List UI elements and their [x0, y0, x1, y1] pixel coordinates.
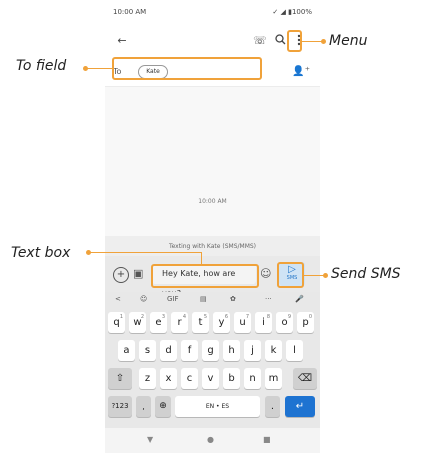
- shift-key[interactable]: ⇧: [108, 368, 132, 389]
- person-add-icon[interactable]: 👤⁺: [292, 66, 310, 77]
- send-sms-leader: [304, 275, 325, 276]
- menu-dot: [321, 39, 326, 44]
- nav-home-icon[interactable]: ●: [207, 435, 214, 444]
- key-r[interactable]: r4: [171, 312, 188, 333]
- emoji-icon[interactable]: ☺: [260, 267, 271, 280]
- kb-collapse-icon[interactable]: <: [115, 295, 121, 303]
- key-h[interactable]: h: [223, 340, 240, 361]
- phone-icon[interactable]: ☏: [253, 34, 267, 48]
- nav-recents-icon[interactable]: ■: [263, 435, 271, 444]
- key-t[interactable]: t5: [192, 312, 209, 333]
- status-indicators: ✓ ◢ ▮100%: [272, 8, 312, 16]
- key-m[interactable]: m: [265, 368, 282, 389]
- key-z[interactable]: z: [139, 368, 156, 389]
- key-e[interactable]: e3: [150, 312, 167, 333]
- key-a[interactable]: a: [118, 340, 135, 361]
- key-f[interactable]: f: [181, 340, 198, 361]
- keyboard: < ☺ GIF ▤ ✿ ··· 🎤 q1 w2 e3 r4 t5 y6 u7 i…: [105, 292, 320, 428]
- kb-mic-icon[interactable]: 🎤: [295, 295, 304, 303]
- period-key[interactable]: .: [265, 396, 280, 417]
- menu-annotation: Menu: [329, 33, 368, 49]
- space-key[interactable]: EN • ES: [175, 396, 260, 417]
- key-n[interactable]: n: [244, 368, 261, 389]
- key-o[interactable]: o9: [276, 312, 293, 333]
- comma-key[interactable]: ,: [136, 396, 151, 417]
- key-v[interactable]: v: [202, 368, 219, 389]
- key-p[interactable]: p0: [297, 312, 314, 333]
- send-sms-annotation: Send SMS: [331, 266, 401, 282]
- back-icon[interactable]: ←: [115, 34, 129, 48]
- add-icon[interactable]: +: [113, 267, 129, 283]
- key-q[interactable]: q1: [108, 312, 125, 333]
- text-box-leader-h: [88, 252, 202, 253]
- texting-with-label: Texting with Kate (SMS/MMS): [168, 243, 257, 250]
- search-icon[interactable]: [273, 34, 287, 48]
- message-timestamp: 10:00 AM: [198, 198, 227, 205]
- status-time: 10:00 AM: [113, 8, 147, 16]
- to-field-dot: [83, 66, 88, 71]
- key-c[interactable]: c: [181, 368, 198, 389]
- menu-highlight: [287, 30, 302, 52]
- key-y[interactable]: y6: [213, 312, 230, 333]
- image-icon[interactable]: ▣: [133, 267, 143, 280]
- text-box-highlight: [151, 264, 259, 288]
- kb-more-icon[interactable]: ···: [265, 295, 272, 303]
- key-i[interactable]: i8: [255, 312, 272, 333]
- menu-leader: [302, 41, 323, 42]
- key-d[interactable]: d: [160, 340, 177, 361]
- key-u[interactable]: u7: [234, 312, 251, 333]
- key-g[interactable]: g: [202, 340, 219, 361]
- text-box-annotation: Text box: [11, 245, 71, 261]
- text-box-leader-v: [201, 252, 202, 264]
- key-b[interactable]: b: [223, 368, 240, 389]
- kb-clipboard-icon[interactable]: ▤: [200, 295, 207, 303]
- send-sms-highlight: [277, 262, 304, 288]
- kb-sticker-icon[interactable]: ☺: [140, 295, 147, 303]
- key-l[interactable]: l: [286, 340, 303, 361]
- to-field-annotation: To field: [16, 58, 67, 74]
- conversation-area: [105, 86, 320, 237]
- key-j[interactable]: j: [244, 340, 261, 361]
- globe-icon[interactable]: ⊕: [155, 396, 171, 417]
- text-box-dot: [86, 250, 91, 255]
- nav-bar: ▼ ● ■: [105, 428, 320, 453]
- to-field-highlight: [112, 57, 262, 80]
- backspace-key[interactable]: ⌫: [293, 368, 317, 389]
- kb-settings-icon[interactable]: ✿: [230, 295, 236, 303]
- status-bar: 10:00 AM ✓ ◢ ▮100%: [105, 0, 320, 24]
- to-field-leader: [85, 68, 112, 69]
- nav-back-icon[interactable]: ▼: [147, 435, 153, 444]
- kb-gif-button[interactable]: GIF: [167, 295, 179, 303]
- key-s[interactable]: s: [139, 340, 156, 361]
- key-x[interactable]: x: [160, 368, 177, 389]
- key-w[interactable]: w2: [129, 312, 146, 333]
- symbols-key[interactable]: ?123: [108, 396, 132, 417]
- enter-key[interactable]: ↵: [285, 396, 315, 417]
- send-sms-dot: [323, 273, 328, 278]
- key-k[interactable]: k: [265, 340, 282, 361]
